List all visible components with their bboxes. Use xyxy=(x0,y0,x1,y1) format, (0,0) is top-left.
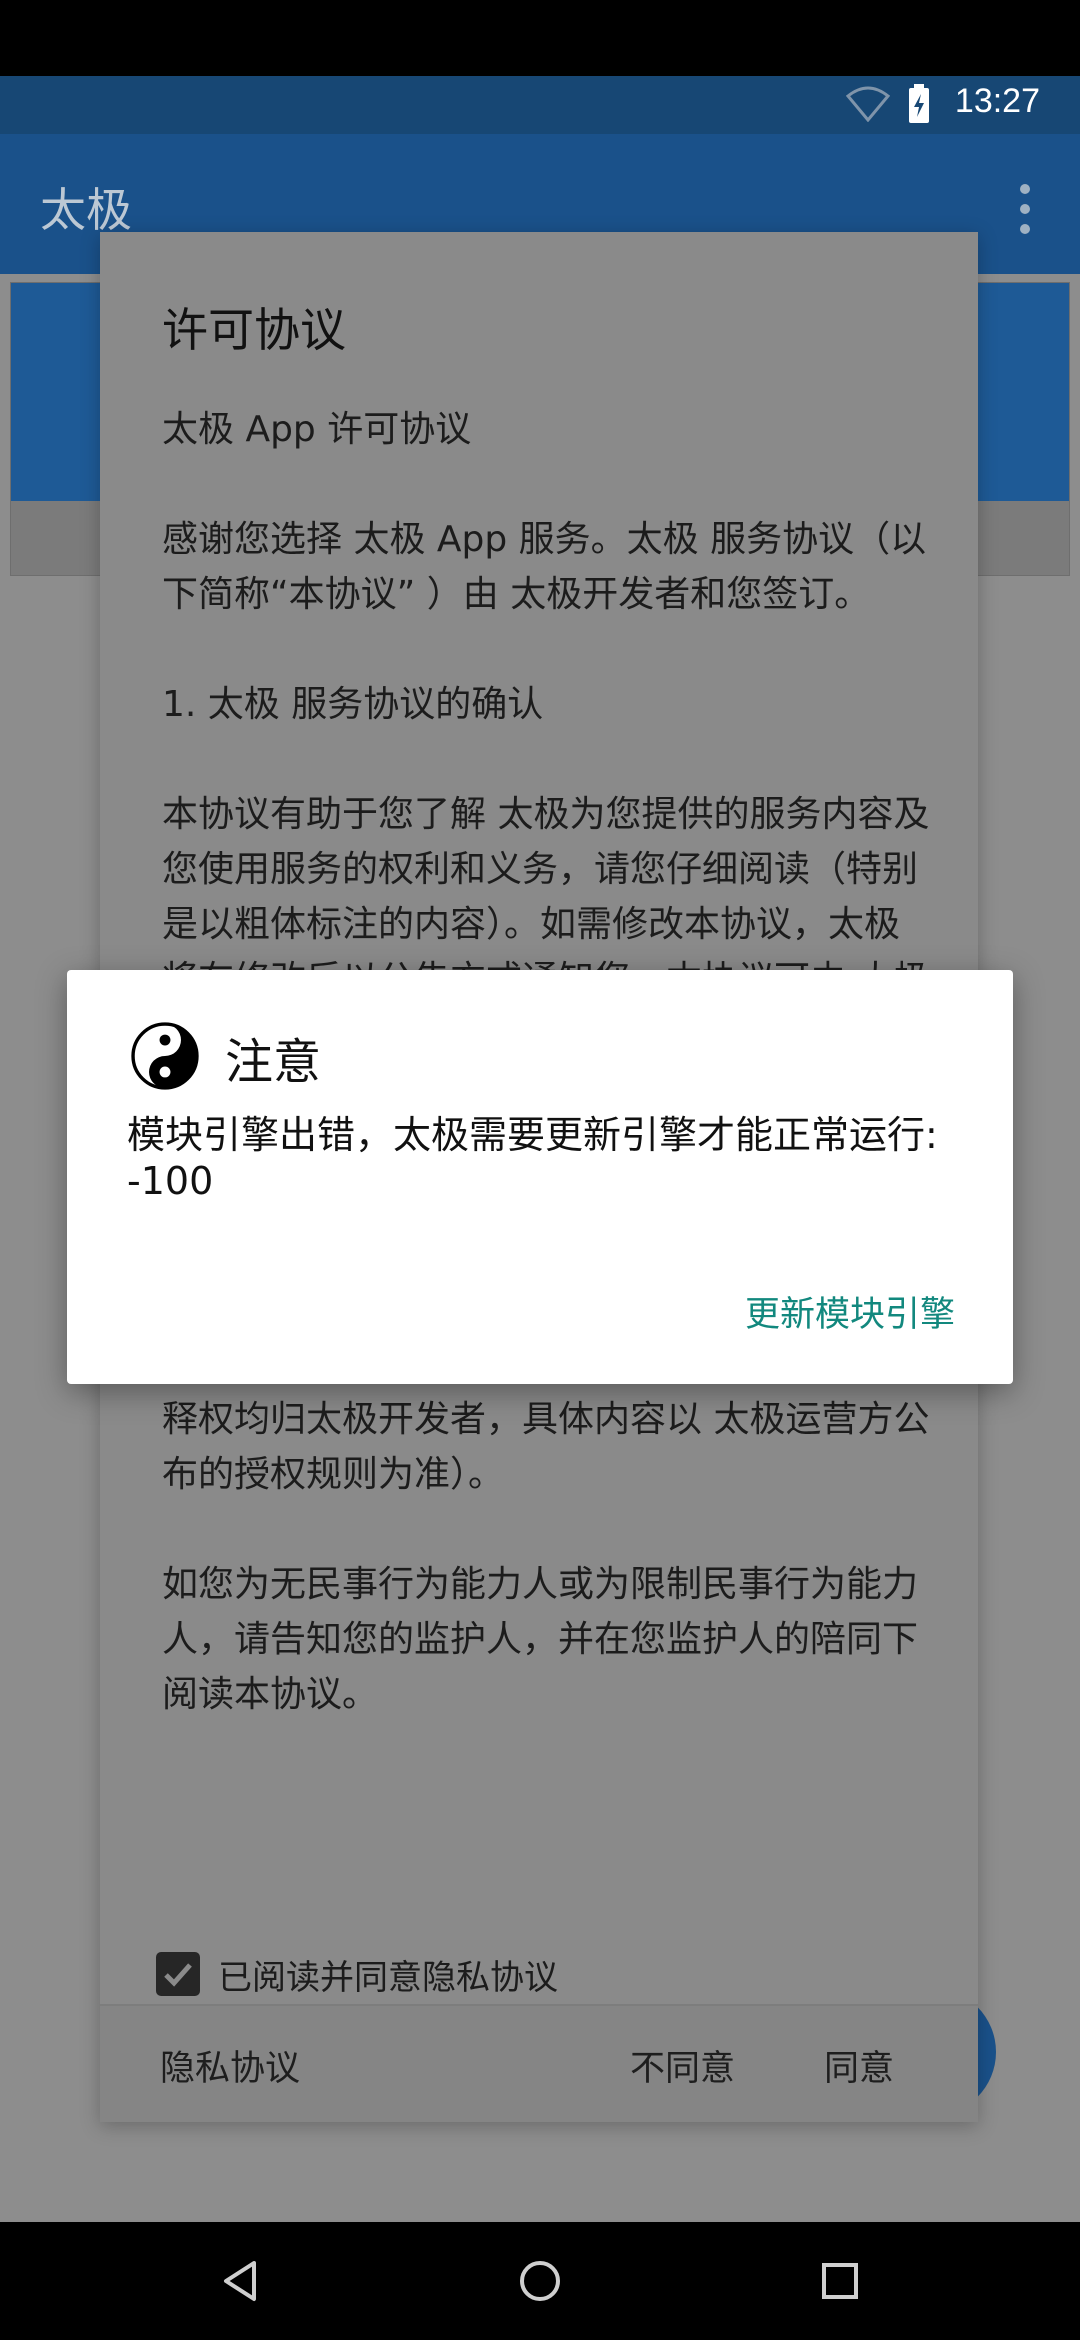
privacy-policy-button[interactable]: 隐私协议 xyxy=(160,2040,300,2091)
disagree-button[interactable]: 不同意 xyxy=(630,2040,735,2091)
wifi-icon xyxy=(846,86,890,122)
battery-charging-icon xyxy=(909,84,929,123)
alert-message: 模块引擎出错，太极需要更新引擎才能正常运行: -100 xyxy=(127,1113,938,1203)
yin-yang-icon xyxy=(131,1022,199,1090)
license-footer: 隐私协议 不同意 同意 xyxy=(100,2006,978,2122)
navigation-bar xyxy=(0,2222,1080,2340)
back-button[interactable] xyxy=(180,2222,300,2340)
license-paragraph: 太极 App 许可协议 xyxy=(162,409,472,450)
agree-checkbox[interactable] xyxy=(156,1952,200,1996)
status-icons xyxy=(846,84,930,124)
agree-checkbox-label: 已阅读并同意隐私协议 xyxy=(218,1957,558,1998)
agree-button[interactable]: 同意 xyxy=(824,2040,894,2091)
home-button[interactable] xyxy=(480,2222,600,2340)
home-icon xyxy=(520,2261,560,2301)
update-engine-button[interactable]: 更新模块引擎 xyxy=(745,1286,955,1337)
recent-apps-button[interactable] xyxy=(780,2222,900,2340)
status-time: 13:27 xyxy=(954,82,1040,120)
top-black-strip xyxy=(0,0,1080,76)
agree-checkbox-row[interactable]: 已阅读并同意隐私协议 xyxy=(156,1942,558,2006)
license-paragraph: 感谢您选择 太极 App 服务。太极 服务协议（以下简称“本协议” ）由 太极开… xyxy=(162,519,927,615)
license-paragraph: 如您为无民事行为能力人或为限制民事行为能力人，请告知您的监护人，并在您监护人的陪… xyxy=(162,1564,919,1715)
alert-dialog: 注意 模块引擎出错，太极需要更新引擎才能正常运行: -100 更新模块引擎 xyxy=(67,970,1013,1384)
recent-apps-icon xyxy=(822,2263,858,2299)
overflow-menu-icon[interactable] xyxy=(1010,184,1040,234)
app-title: 太极 xyxy=(40,183,132,237)
check-icon xyxy=(164,1963,192,1987)
alert-title: 注意 xyxy=(225,1034,322,1090)
license-title: 许可协议 xyxy=(162,303,346,357)
back-icon xyxy=(224,2261,256,2301)
license-paragraph: 1. 太极 服务协议的确认 xyxy=(162,684,544,725)
status-bar: 13:27 xyxy=(0,76,1080,134)
